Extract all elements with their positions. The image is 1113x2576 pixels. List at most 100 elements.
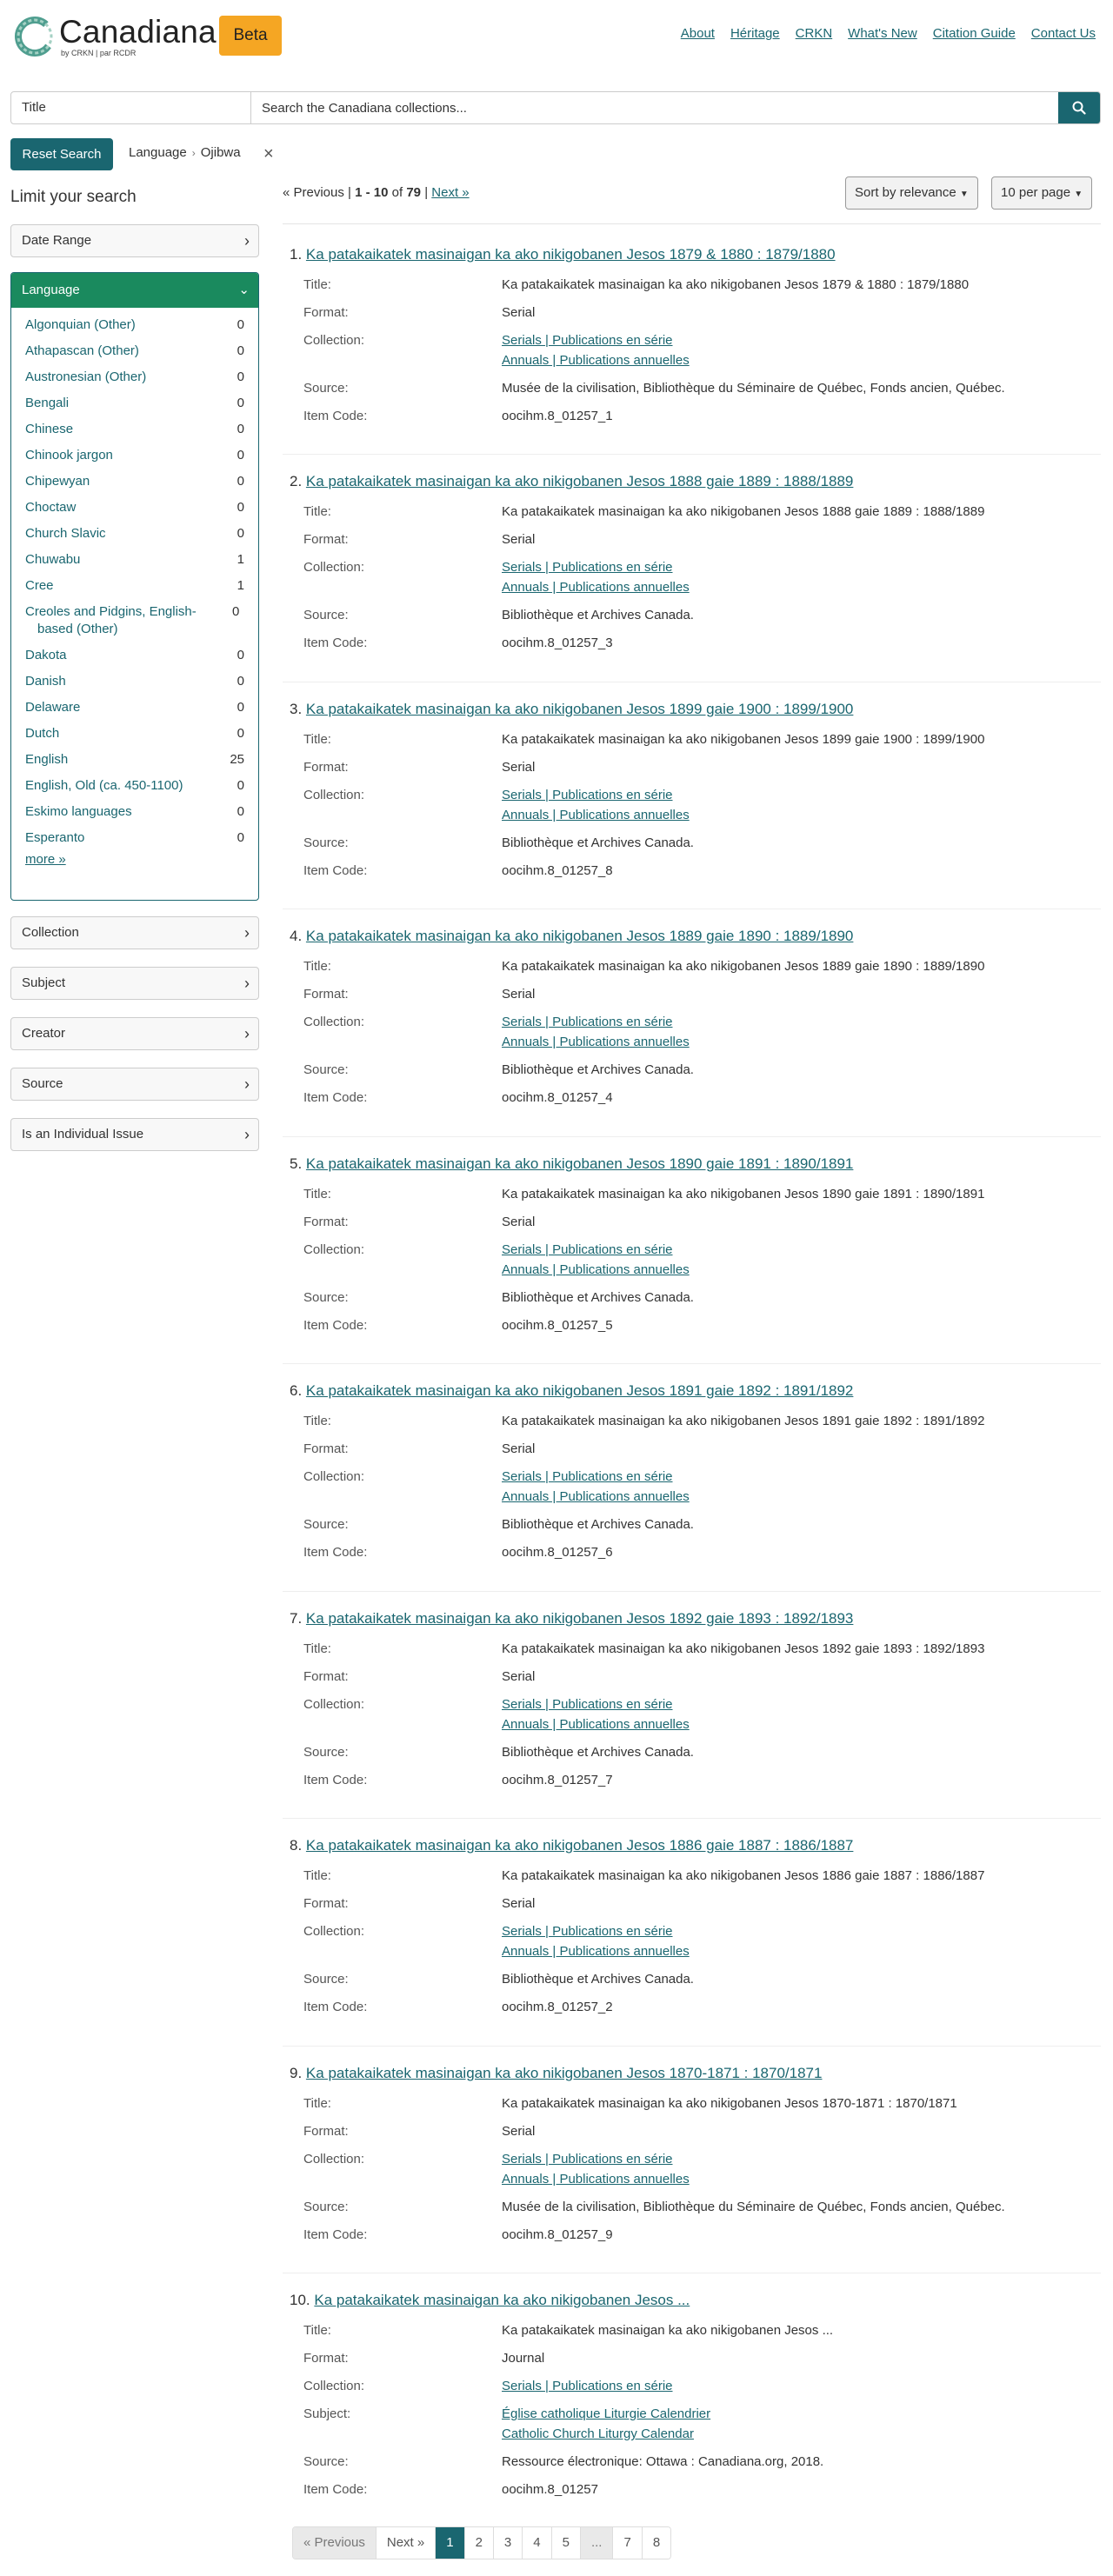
language-more-link[interactable]: more » bbox=[25, 852, 66, 867]
pagination-page-3[interactable]: 3 bbox=[493, 2527, 523, 2559]
collection-link[interactable]: Serials | Publications en série bbox=[502, 333, 673, 348]
nav-crkn[interactable]: CRKN bbox=[796, 26, 833, 41]
pagination-next[interactable]: Next » bbox=[376, 2527, 437, 2559]
field-label: Collection: bbox=[303, 560, 365, 575]
result-heading: 10. Ka patakaikatek masinaigan ka ako ni… bbox=[290, 2292, 690, 2309]
result-title-link[interactable]: Ka patakaikatek masinaigan ka ako nikigo… bbox=[306, 1155, 853, 1172]
facet-source[interactable]: Source › bbox=[10, 1068, 259, 1101]
language-item[interactable]: Creoles and Pidgins, English-based (Othe… bbox=[25, 603, 244, 638]
chevron-down-icon: ⌄ bbox=[238, 283, 250, 297]
facet-creator[interactable]: Creator › bbox=[10, 1017, 259, 1050]
result-source: Bibliothèque et Archives Canada. bbox=[502, 1745, 694, 1760]
search-input[interactable] bbox=[251, 92, 1058, 123]
language-item[interactable]: Church Slavic 0 bbox=[25, 525, 244, 542]
collection-link[interactable]: Annuals | Publications annuelles bbox=[502, 808, 690, 822]
field-label: Collection: bbox=[303, 2379, 365, 2393]
collection-link[interactable]: Annuals | Publications annuelles bbox=[502, 2172, 690, 2187]
collection-link[interactable]: Annuals | Publications annuelles bbox=[502, 1944, 690, 1959]
pagination-page-1[interactable]: 1 bbox=[436, 2527, 465, 2559]
collection-link[interactable]: Annuals | Publications annuelles bbox=[502, 1717, 690, 1732]
language-name: Creoles and Pidgins, English-based (Othe… bbox=[25, 604, 197, 636]
pagination-page-8[interactable]: 8 bbox=[642, 2527, 671, 2559]
collection-link[interactable]: Annuals | Publications annuelles bbox=[502, 1035, 690, 1049]
result-number: 2. bbox=[290, 473, 303, 489]
collection-link[interactable]: Serials | Publications en série bbox=[502, 1924, 673, 1939]
language-item[interactable]: Chinook jargon 0 bbox=[25, 447, 244, 464]
collection-link[interactable]: Serials | Publications en série bbox=[502, 1242, 673, 1257]
pagination-page-4[interactable]: 4 bbox=[523, 2527, 552, 2559]
canadiana-logo[interactable]: Canadiana by CRKN | par RCDR bbox=[14, 14, 231, 61]
language-item[interactable]: Dutch 0 bbox=[25, 725, 244, 742]
subject-link[interactable]: Catholic Church Liturgy Calendar bbox=[502, 2426, 694, 2441]
field-label: Title: bbox=[303, 277, 331, 292]
collection-link[interactable]: Serials | Publications en série bbox=[502, 1697, 673, 1712]
language-item[interactable]: English, Old (ca. 450-1100) 0 bbox=[25, 777, 244, 795]
language-item[interactable]: Danish 0 bbox=[25, 673, 244, 690]
result-title-link[interactable]: Ka patakaikatek masinaigan ka ako nikigo… bbox=[314, 2292, 690, 2308]
field-label: Format: bbox=[303, 1215, 349, 1229]
pagination-page-5[interactable]: 5 bbox=[551, 2527, 581, 2559]
nav-about[interactable]: About bbox=[681, 26, 715, 41]
subject-link[interactable]: Église catholique Liturgie Calendrier bbox=[502, 2406, 710, 2421]
language-item[interactable]: Bengali 0 bbox=[25, 395, 244, 412]
search-field-select[interactable]: Title bbox=[11, 92, 251, 123]
collection-link[interactable]: Serials | Publications en série bbox=[502, 2152, 673, 2167]
language-item[interactable]: Chuwabu 1 bbox=[25, 551, 244, 569]
reset-search-button[interactable]: Reset Search bbox=[10, 138, 113, 170]
per-page-dropdown[interactable]: 10 per page ▼ bbox=[991, 176, 1093, 210]
language-item[interactable]: Athapascan (Other) 0 bbox=[25, 343, 244, 360]
nav-citation-guide[interactable]: Citation Guide bbox=[933, 26, 1016, 41]
pagination-page-7[interactable]: 7 bbox=[613, 2527, 643, 2559]
language-item[interactable]: Chipewyan 0 bbox=[25, 473, 244, 490]
sort-dropdown[interactable]: Sort by relevance ▼ bbox=[845, 176, 978, 210]
collection-link[interactable]: Serials | Publications en série bbox=[502, 560, 673, 575]
result-title-link[interactable]: Ka patakaikatek masinaigan ka ako nikigo… bbox=[306, 701, 853, 717]
next-link[interactable]: Next » bbox=[431, 185, 469, 200]
result-title-link[interactable]: Ka patakaikatek masinaigan ka ako nikigo… bbox=[306, 1837, 853, 1854]
language-item[interactable]: Dakota 0 bbox=[25, 647, 244, 664]
result-title-link[interactable]: Ka patakaikatek masinaigan ka ako nikigo… bbox=[306, 246, 836, 263]
pagination-page-2[interactable]: 2 bbox=[464, 2527, 494, 2559]
language-item[interactable]: Choctaw 0 bbox=[25, 499, 244, 516]
collection-link[interactable]: Annuals | Publications annuelles bbox=[502, 1262, 690, 1277]
language-item[interactable]: Delaware 0 bbox=[25, 699, 244, 716]
nav-contact-us[interactable]: Contact Us bbox=[1031, 26, 1096, 41]
result-title-link[interactable]: Ka patakaikatek masinaigan ka ako nikigo… bbox=[306, 1610, 853, 1627]
collection-link[interactable]: Serials | Publications en série bbox=[502, 2379, 673, 2393]
language-count: 0 bbox=[237, 674, 244, 689]
language-item[interactable]: Chinese 0 bbox=[25, 421, 244, 438]
result-heading: 5. Ka patakaikatek masinaigan ka ako nik… bbox=[290, 1155, 853, 1173]
field-label: Title: bbox=[303, 732, 331, 747]
field-label: Collection: bbox=[303, 2152, 365, 2167]
language-item[interactable]: Cree 1 bbox=[25, 577, 244, 595]
facet-collection[interactable]: Collection › bbox=[10, 916, 259, 949]
facet-subject[interactable]: Subject › bbox=[10, 967, 259, 1000]
language-item[interactable]: Algonquian (Other) 0 bbox=[25, 316, 244, 334]
result-title-link[interactable]: Ka patakaikatek masinaigan ka ako nikigo… bbox=[306, 473, 853, 489]
language-name: Austronesian (Other) bbox=[25, 369, 147, 384]
result-title-link[interactable]: Ka patakaikatek masinaigan ka ako nikigo… bbox=[306, 928, 853, 944]
close-icon[interactable]: × bbox=[263, 145, 274, 163]
collection-link[interactable]: Serials | Publications en série bbox=[502, 1469, 673, 1484]
language-item[interactable]: Eskimo languages 0 bbox=[25, 803, 244, 821]
language-item[interactable]: English 25 bbox=[25, 751, 244, 769]
language-item[interactable]: Esperanto 0 bbox=[25, 829, 244, 847]
nav-whats-new[interactable]: What's New bbox=[848, 26, 917, 41]
field-label: Format: bbox=[303, 1669, 349, 1684]
language-item[interactable]: Austronesian (Other) 0 bbox=[25, 369, 244, 386]
collection-link[interactable]: Annuals | Publications annuelles bbox=[502, 353, 690, 368]
collection-link[interactable]: Serials | Publications en série bbox=[502, 788, 673, 802]
nav-heritage[interactable]: Héritage bbox=[730, 26, 780, 41]
collection-link[interactable]: Annuals | Publications annuelles bbox=[502, 1489, 690, 1504]
result-item-code: oocihm.8_01257_9 bbox=[502, 2227, 613, 2242]
search-button[interactable] bbox=[1058, 92, 1100, 123]
facet-date-range[interactable]: Date Range › bbox=[10, 224, 259, 257]
result-title-link[interactable]: Ka patakaikatek masinaigan ka ako nikigo… bbox=[306, 2065, 823, 2081]
collection-link[interactable]: Annuals | Publications annuelles bbox=[502, 580, 690, 595]
result-heading: 1. Ka patakaikatek masinaigan ka ako nik… bbox=[290, 246, 836, 263]
result-heading: 3. Ka patakaikatek masinaigan ka ako nik… bbox=[290, 701, 853, 718]
facet-language-header[interactable]: Language ⌄ bbox=[11, 273, 258, 308]
result-title-link[interactable]: Ka patakaikatek masinaigan ka ako nikigo… bbox=[306, 1382, 853, 1399]
facet-individual-issue[interactable]: Is an Individual Issue › bbox=[10, 1118, 259, 1151]
collection-link[interactable]: Serials | Publications en série bbox=[502, 1015, 673, 1029]
